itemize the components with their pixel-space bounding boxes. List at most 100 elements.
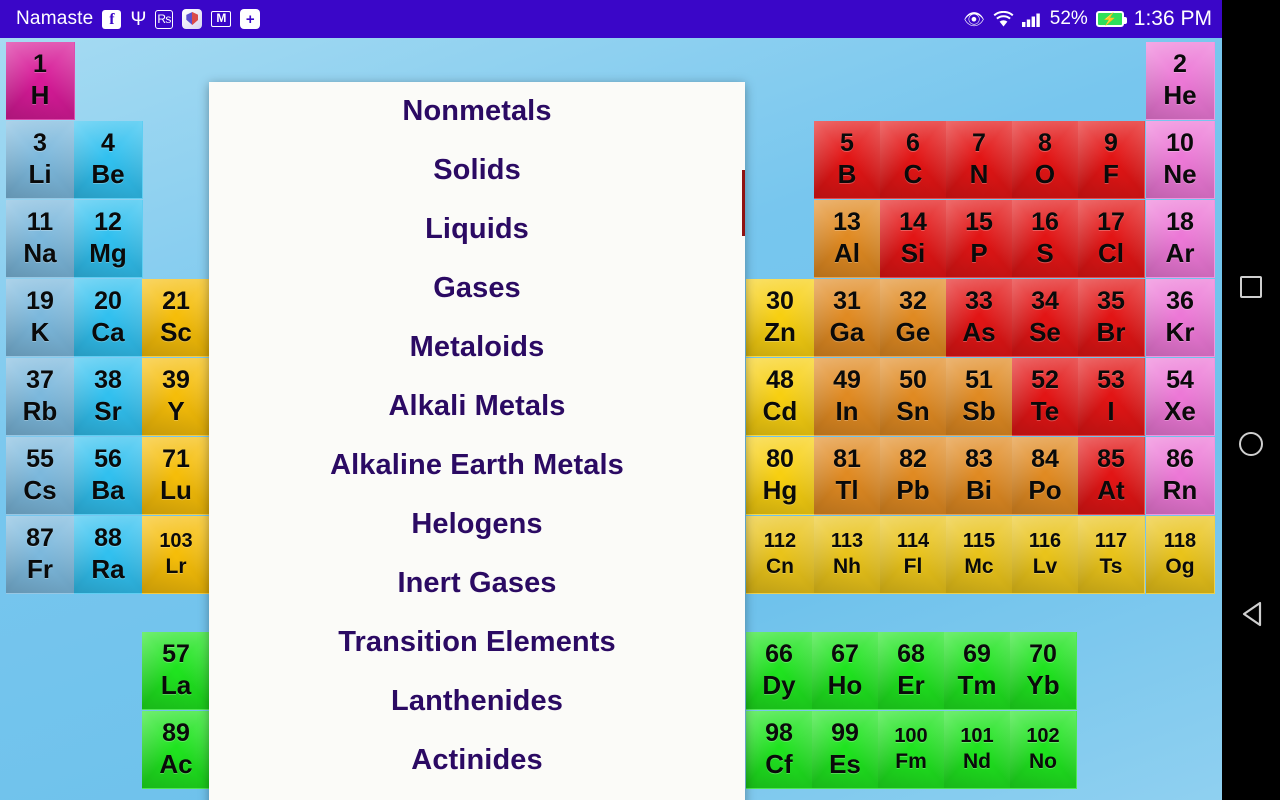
element-atomic-number: 8 (1038, 129, 1052, 158)
element-atomic-number: 116 (1028, 530, 1062, 553)
battery-charging-icon: ⚡ (1095, 11, 1127, 27)
element-atomic-number: 20 (94, 287, 122, 316)
status-bar-left: Namaste f Ψ ₨ + (16, 8, 963, 30)
element-symbol: As (962, 316, 996, 347)
category-menu-item-lanthenides[interactable]: Lanthenides (209, 672, 745, 731)
element-symbol: Cf (765, 748, 793, 779)
element-symbol: B (837, 158, 857, 189)
element-atomic-number: 13 (833, 208, 861, 237)
element-symbol: Cs (23, 474, 57, 505)
element-symbol: Be (91, 158, 125, 189)
element-atomic-number: 56 (94, 445, 122, 474)
signal-bars-icon (1021, 11, 1044, 27)
element-symbol: Ra (91, 553, 125, 584)
element-atomic-number: 17 (1097, 208, 1125, 237)
category-menu-item-actinides[interactable]: Actinides (209, 731, 745, 790)
element-symbol: Xe (1164, 395, 1196, 426)
element-symbol: Ge (895, 316, 931, 347)
category-menu-item-metaloids[interactable]: Metaloids (209, 318, 745, 377)
element-symbol: Ga (829, 316, 865, 347)
element-symbol: Nd (963, 750, 991, 774)
element-symbol: Cd (762, 395, 798, 426)
android-status-bar: Namaste f Ψ ₨ + 👁 (0, 0, 1222, 38)
element-atomic-number: 100 (894, 725, 928, 748)
element-symbol: Ar (1165, 237, 1195, 268)
category-menu-item-inert-gases[interactable]: Inert Gases (209, 554, 745, 613)
element-atomic-number: 10 (1166, 129, 1194, 158)
element-atomic-number: 71 (162, 445, 190, 474)
element-atomic-number: 57 (162, 640, 190, 669)
element-atomic-number: 114 (896, 530, 930, 553)
element-symbol: Lu (160, 474, 192, 505)
element-symbol: Fr (27, 553, 53, 584)
element-symbol: C (903, 158, 923, 189)
element-symbol: Se (1029, 316, 1061, 347)
element-atomic-number: 84 (1031, 445, 1059, 474)
element-atomic-number: 82 (899, 445, 927, 474)
element-atomic-number: 33 (965, 287, 993, 316)
element-symbol: P (970, 237, 988, 268)
element-atomic-number: 50 (899, 366, 927, 395)
category-menu-item-alkali-metals[interactable]: Alkali Metals (209, 377, 745, 436)
element-atomic-number: 101 (960, 725, 994, 748)
element-symbol: Tl (835, 474, 859, 505)
element-atomic-number: 48 (766, 366, 794, 395)
element-atomic-number: 36 (1166, 287, 1194, 316)
element-symbol: He (1163, 79, 1197, 110)
element-atomic-number: 39 (162, 366, 190, 395)
element-atomic-number: 55 (26, 445, 54, 474)
category-menu-item-natural-elements[interactable]: Natural Elements (209, 790, 745, 800)
element-symbol: S (1036, 237, 1054, 268)
clock-label: 1:36 PM (1133, 7, 1212, 30)
element-symbol: Zn (764, 316, 796, 347)
element-symbol: Yb (1026, 669, 1060, 700)
element-symbol: Ts (1099, 555, 1123, 579)
element-atomic-number: 18 (1166, 208, 1194, 237)
element-atomic-number: 30 (766, 287, 794, 316)
element-atomic-number: 9 (1104, 129, 1118, 158)
recents-button[interactable] (1237, 273, 1265, 301)
element-atomic-number: 113 (830, 530, 864, 553)
element-atomic-number: 16 (1031, 208, 1059, 237)
element-symbol: Ne (1163, 158, 1197, 189)
element-symbol: Fm (895, 750, 927, 774)
element-atomic-number: 112 (763, 530, 797, 553)
category-menu-item-nonmetals[interactable]: Nonmetals (209, 82, 745, 141)
home-button[interactable] (1237, 430, 1265, 458)
element-atomic-number: 89 (162, 719, 190, 748)
element-atomic-number: 86 (1166, 445, 1194, 474)
category-menu-item-alkaline-earth-metals[interactable]: Alkaline Earth Metals (209, 436, 745, 495)
element-atomic-number: 85 (1097, 445, 1125, 474)
element-atomic-number: 34 (1031, 287, 1059, 316)
element-atomic-number: 3 (33, 129, 47, 158)
element-atomic-number: 70 (1029, 640, 1057, 669)
element-atomic-number: 2 (1173, 50, 1187, 79)
element-atomic-number: 5 (840, 129, 854, 158)
element-atomic-number: 68 (897, 640, 925, 669)
recents-square-icon (1240, 275, 1262, 298)
category-menu-item-gases[interactable]: Gases (209, 259, 745, 318)
category-menu-item-liquids[interactable]: Liquids (209, 200, 745, 259)
element-symbol: Cl (1098, 237, 1124, 268)
category-menu-item-helogens[interactable]: Helogens (209, 495, 745, 554)
element-atomic-number: 88 (94, 524, 122, 553)
element-symbol: Ho (827, 669, 863, 700)
element-atomic-number: 54 (1166, 366, 1194, 395)
element-symbol: Er (897, 669, 925, 700)
element-atomic-number: 98 (765, 719, 793, 748)
shield-icon (182, 9, 203, 29)
category-menu-item-transition-elements[interactable]: Transition Elements (209, 613, 745, 672)
category-menu-list: Nonmetals Solids Liquids Gases Metaloids Alka… (209, 82, 745, 800)
carrier-label: Namaste (16, 8, 94, 29)
element-atomic-number: 80 (766, 445, 794, 474)
home-circle-icon (1239, 431, 1263, 456)
element-atomic-number: 37 (26, 366, 54, 395)
element-atomic-number: 32 (899, 287, 927, 316)
element-atomic-number: 67 (831, 640, 859, 669)
category-menu-item-solids[interactable]: Solids (209, 141, 745, 200)
element-atomic-number: 12 (94, 208, 122, 237)
element-symbol: Mc (964, 555, 994, 579)
element-symbol: Tm (957, 669, 997, 700)
back-button[interactable] (1237, 587, 1265, 627)
element-symbol: N (969, 158, 989, 189)
